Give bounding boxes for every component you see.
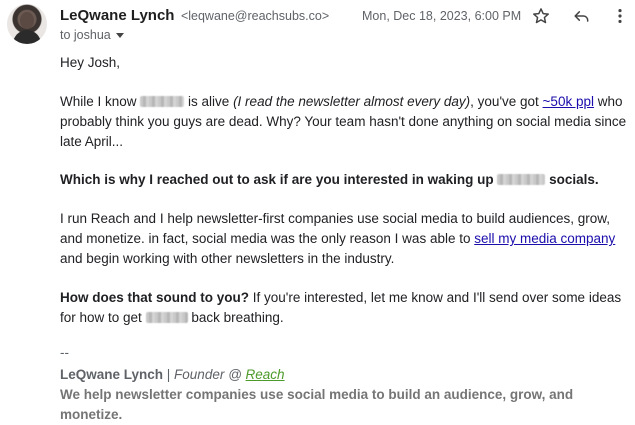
signature-name: LeQwane Lynch <box>60 367 164 382</box>
sender-name[interactable]: LeQwane Lynch <box>60 7 174 24</box>
signature-role: Founder @ <box>174 367 246 382</box>
p1-text-b: is alive <box>184 94 234 109</box>
star-button[interactable] <box>529 4 553 28</box>
avatar-face <box>20 12 34 29</box>
p2-text-b: socials. <box>545 172 599 187</box>
recipient-label: to joshua <box>60 28 111 42</box>
signature-tagline: We help newsletter companies use social … <box>60 387 574 422</box>
p4-bold: How does that sound to you? <box>60 290 249 305</box>
audience-link[interactable]: ~50k ppl <box>543 94 594 109</box>
company-link[interactable]: Reach <box>246 367 285 382</box>
signature-separator: | <box>163 367 175 382</box>
p1-italic: (I read the newsletter almost every day) <box>233 94 471 109</box>
more-vert-icon <box>618 9 622 23</box>
signature-line: LeQwane Lynch | Founder @ Reach <box>60 365 635 385</box>
avatar-shoulders <box>13 30 41 44</box>
p3-text-b: and begin working with other newsletters… <box>60 251 395 266</box>
reply-icon <box>574 11 589 22</box>
redacted-name <box>145 312 188 323</box>
paragraph-1: While I know is alive (I read the newsle… <box>60 92 635 152</box>
p1-text-c: , you've got <box>470 94 543 109</box>
signature-dashes: -- <box>60 345 69 360</box>
sender-avatar[interactable] <box>7 4 47 44</box>
redacted-name <box>140 96 185 107</box>
paragraph-4: How does that sound to you? If you're in… <box>60 288 635 328</box>
reply-button[interactable] <box>569 4 593 28</box>
sender-email[interactable]: <leqwane@reachsubs.co> <box>181 9 329 23</box>
paragraph-3: I run Reach and I help newsletter-first … <box>60 209 635 269</box>
sender-row: LeQwane Lynch <leqwane@reachsubs.co> <box>60 7 329 25</box>
media-company-link[interactable]: sell my media company <box>474 231 615 246</box>
more-options-button[interactable] <box>608 4 632 28</box>
p1-text-a: While I know <box>60 94 141 109</box>
star-icon <box>533 8 549 24</box>
greeting: Hey Josh, <box>60 55 121 70</box>
show-details-caret-icon[interactable] <box>115 33 124 39</box>
email-date: Mon, Dec 18, 2023, 6:00 PM <box>362 9 522 23</box>
redacted-name <box>497 174 546 185</box>
paragraph-2: Which is why I reached out to ask if are… <box>60 170 635 190</box>
p2-text-a: Which is why I reached out to ask if are… <box>60 172 498 187</box>
p4-text-b: back breathing. <box>187 310 284 325</box>
recipient-row: to joshua <box>60 28 124 42</box>
